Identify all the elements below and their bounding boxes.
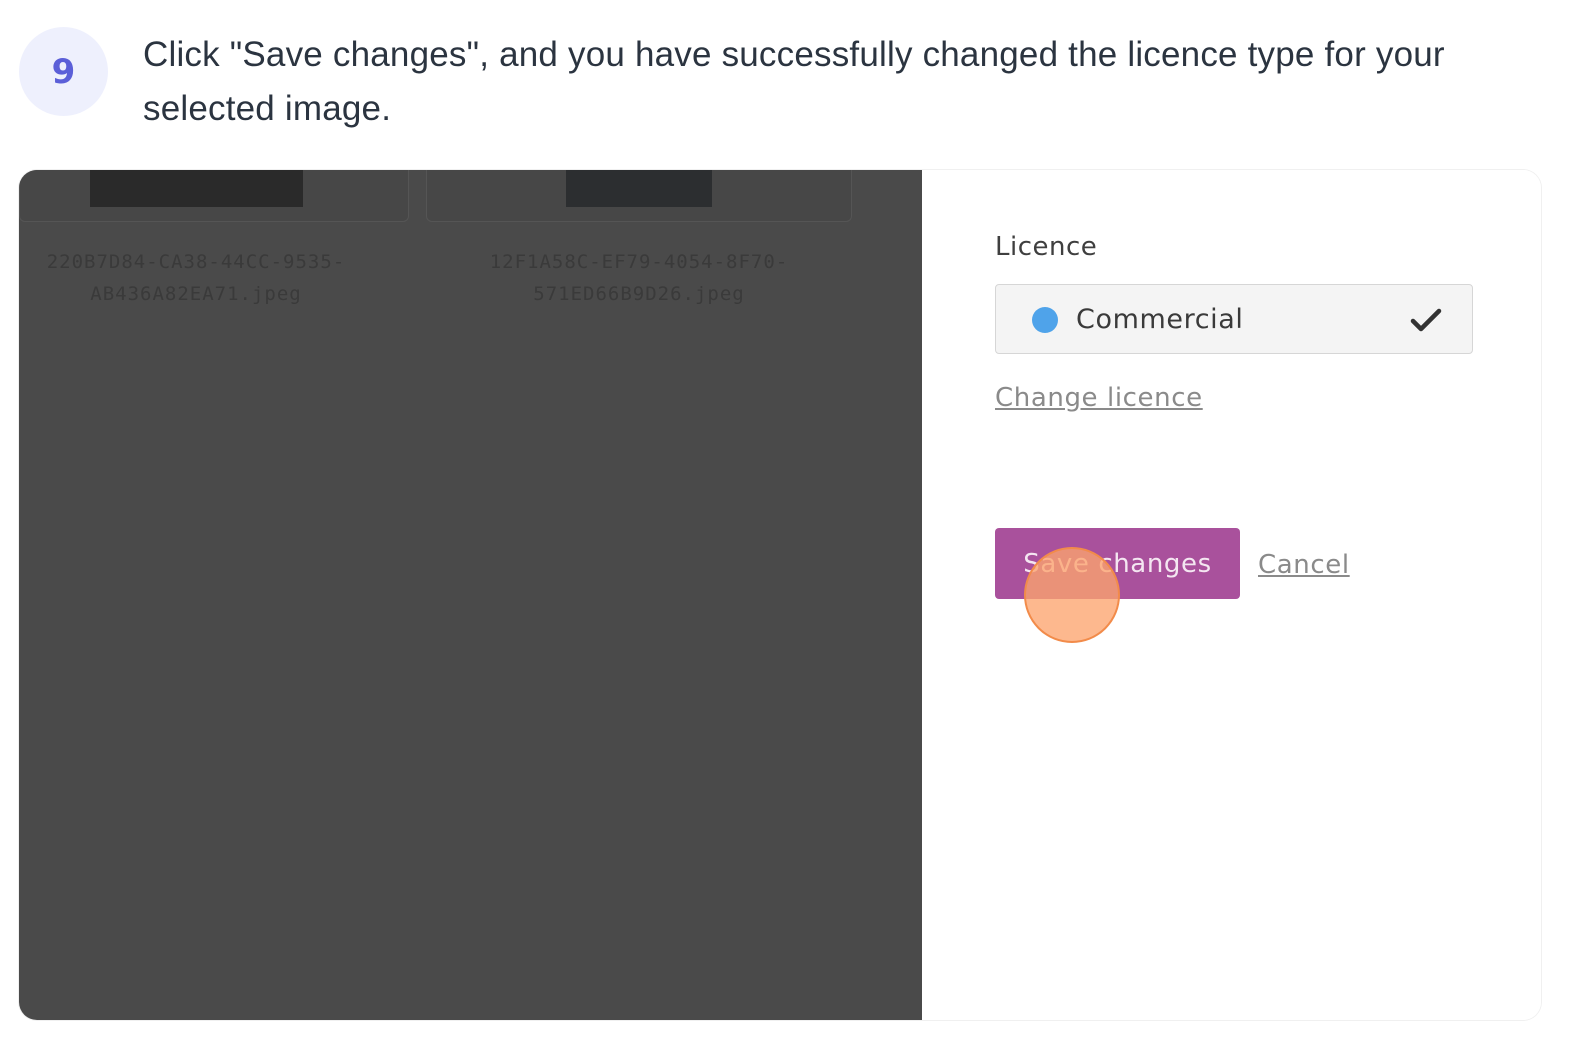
change-licence-link[interactable]: Change licence [995,383,1203,413]
file-name: 220B7D84-CA38-44CC-9535-AB436A82EA71.jpe… [46,251,346,305]
checkmark-icon [1410,308,1442,332]
licence-label: Licence [995,232,1098,262]
save-changes-button[interactable]: Save changes [995,528,1240,599]
image-tile[interactable] [426,170,852,222]
file-name: 12F1A58C-EF79-4054-8F70-571ED66B9D26.jpe… [489,251,789,305]
screenshot-frame: 220B7D84-CA38-44CC-9535-AB436A82EA71.jpe… [19,170,1541,1020]
cancel-link[interactable]: Cancel [1258,550,1350,580]
licence-panel: Licence Commercial Change licence Save c… [922,170,1541,1020]
image-tile[interactable] [19,170,409,222]
licence-select[interactable]: Commercial [995,284,1473,354]
image-thumbnail [566,170,712,207]
selected-licence-label: Commercial [1076,304,1244,335]
step-number-badge: 9 [19,27,108,116]
step-instruction: Click "Save changes", and you have succe… [143,35,1445,128]
dimmed-image-grid: 220B7D84-CA38-44CC-9535-AB436A82EA71.jpe… [19,170,922,1020]
image-thumbnail [90,170,303,207]
licence-color-dot [1032,307,1058,333]
